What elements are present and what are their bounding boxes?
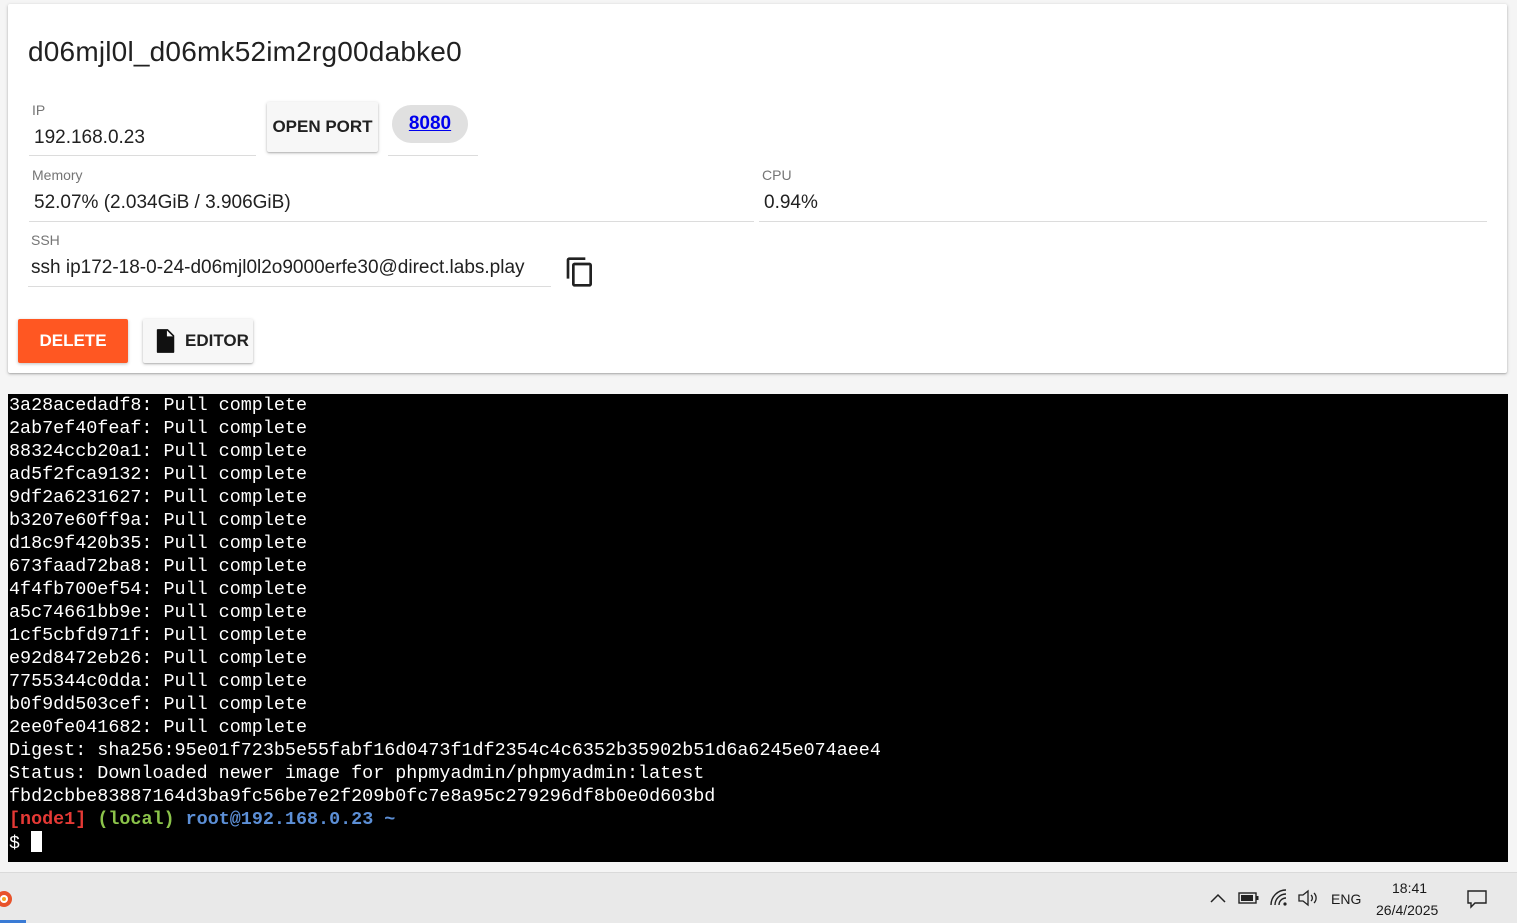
ssh-field: SSH ssh ip172-18-0-24-d06mjl0l2o9000erfe… — [28, 232, 551, 287]
chevron-up-icon[interactable] — [1209, 887, 1227, 909]
ip-underline — [29, 155, 256, 156]
terminal-output: 3a28acedadf8: Pull complete 2ab7ef40feaf… — [9, 394, 881, 855]
editor-button-label: EDITOR — [185, 331, 249, 350]
prompt-symbol: $ — [9, 833, 21, 854]
terminal-line: 673faad72ba8: Pull complete — [9, 556, 307, 577]
cpu-underline — [759, 221, 1487, 222]
port-container: 8080 — [388, 102, 478, 156]
terminal-line: 1cf5cbfd971f: Pull complete — [9, 625, 307, 646]
memory-underline — [29, 221, 754, 222]
session-title: d06mjl0l_d06mk52im2rg00dabke0 — [28, 36, 462, 67]
clock-time[interactable]: 18:41 — [1392, 880, 1427, 896]
terminal-line: 88324ccb20a1: Pull complete — [9, 441, 307, 462]
terminal-line: ad5f2fca9132: Pull complete — [9, 464, 307, 485]
terminal-line: a5c74661bb9e: Pull complete — [9, 602, 307, 623]
cpu-field: CPU 0.94% — [759, 167, 1487, 222]
terminal-line: Status: Downloaded newer image for phpmy… — [9, 763, 705, 784]
terminal-line: b0f9dd503cef: Pull complete — [9, 694, 307, 715]
editor-button[interactable]: EDITOR — [143, 319, 253, 363]
volume-icon[interactable] — [1297, 887, 1319, 909]
terminal-line: 9df2a6231627: Pull complete — [9, 487, 307, 508]
memory-field: Memory 52.07% (2.034GiB / 3.906GiB) — [29, 167, 754, 222]
ssh-value[interactable]: ssh ip172-18-0-24-d06mjl0l2o9000erfe30@d… — [31, 257, 525, 279]
terminal-line: 2ab7ef40feaf: Pull complete — [9, 418, 307, 439]
terminal[interactable]: 3a28acedadf8: Pull complete 2ab7ef40feaf… — [8, 394, 1508, 862]
memory-label: Memory — [32, 167, 83, 183]
ssh-label: SSH — [31, 232, 60, 248]
prompt-node: [node1] — [9, 809, 87, 830]
prompt-user: root@192.168.0.23 ~ — [185, 809, 396, 830]
battery-icon[interactable] — [1238, 887, 1260, 909]
port-chip[interactable]: 8080 — [392, 105, 468, 143]
ip-label: IP — [32, 102, 46, 118]
cpu-label: CPU — [762, 167, 792, 183]
terminal-line: fbd2cbbe83887164d3ba9fc56be7e2f209b0fc7e… — [9, 786, 716, 807]
terminal-line: 2ee0fe041682: Pull complete — [9, 717, 307, 738]
terminal-line: b3207e60ff9a: Pull complete — [9, 510, 307, 531]
cpu-value[interactable]: 0.94% — [764, 192, 818, 214]
language-indicator[interactable]: ENG — [1331, 891, 1361, 907]
notification-icon[interactable] — [1466, 888, 1488, 910]
port-link[interactable]: 8080 — [409, 113, 451, 135]
copy-icon[interactable] — [564, 256, 596, 288]
clock-date[interactable]: 26/4/2025 — [1376, 902, 1438, 918]
ip-field: IP 192.168.0.23 — [29, 102, 256, 156]
terminal-line: e92d8472eb26: Pull complete — [9, 648, 307, 669]
taskbar: ENG 18:41 26/4/2025 — [0, 872, 1517, 923]
open-port-button[interactable]: OPEN PORT — [267, 102, 378, 152]
terminal-line: 7755344c0dda: Pull complete — [9, 671, 307, 692]
memory-value[interactable]: 52.07% (2.034GiB / 3.906GiB) — [34, 192, 291, 214]
terminal-cursor — [31, 831, 43, 852]
ip-value[interactable]: 192.168.0.23 — [34, 127, 145, 149]
ssh-underline — [28, 286, 551, 287]
delete-button[interactable]: DELETE — [18, 319, 128, 363]
terminal-line: Digest: sha256:95e01f723b5e55fabf16d0473… — [9, 740, 881, 761]
terminal-line: 3a28acedadf8: Pull complete — [9, 395, 307, 416]
prompt-local: (local) — [97, 809, 175, 830]
app-icon — [0, 891, 12, 907]
terminal-line: 4f4fb700ef54: Pull complete — [9, 579, 307, 600]
terminal-line: d18c9f420b35: Pull complete — [9, 533, 307, 554]
wifi-icon[interactable] — [1268, 887, 1290, 909]
session-panel: d06mjl0l_d06mk52im2rg00dabke0 IP 192.168… — [8, 4, 1507, 373]
file-icon — [156, 329, 175, 353]
taskbar-app-button[interactable] — [0, 881, 26, 923]
